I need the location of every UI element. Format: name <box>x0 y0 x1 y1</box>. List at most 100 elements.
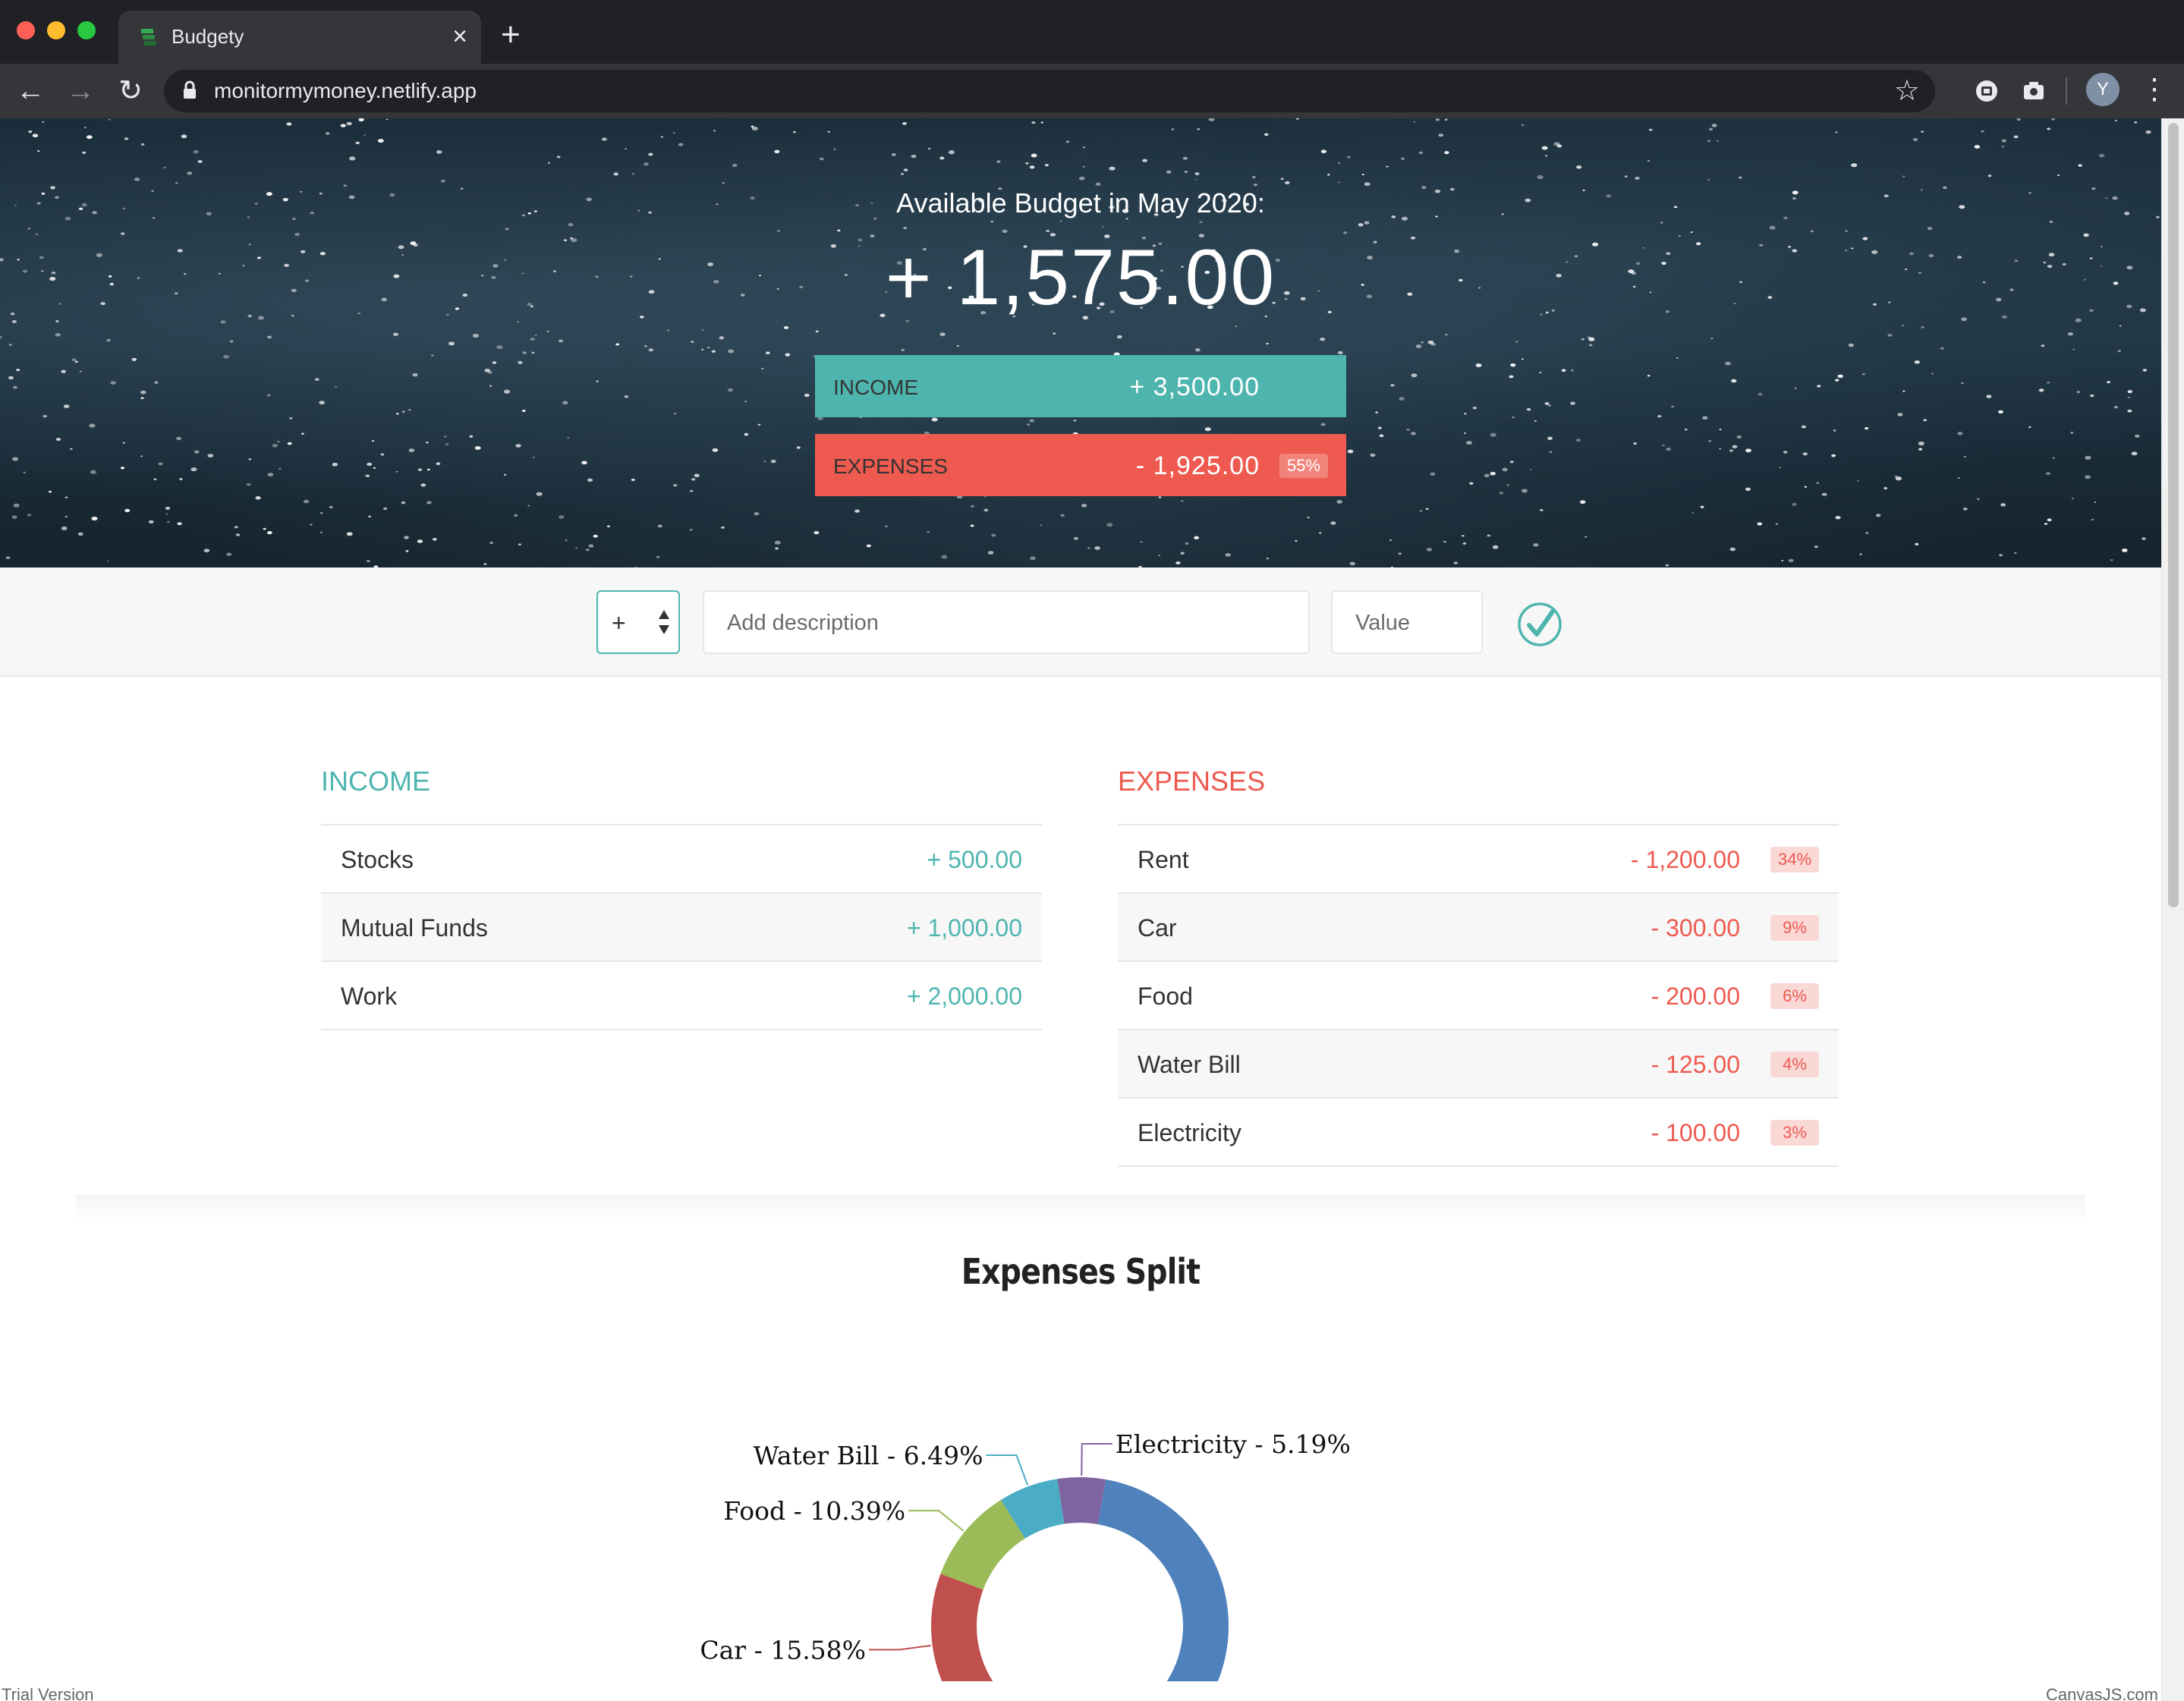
star-speck <box>42 121 45 123</box>
address-bar[interactable]: monitormymoney.netlify.app ☆ <box>164 70 1935 112</box>
submit-check-button[interactable] <box>1516 601 1563 648</box>
page-scrollbar[interactable] <box>2161 118 2184 1701</box>
new-tab-icon[interactable]: + <box>501 17 521 53</box>
expenses-summary-label: EXPENSES <box>833 454 948 478</box>
expense-row[interactable]: Electricity - 100.00 3% <box>1118 1099 1839 1167</box>
star-speck <box>678 143 684 146</box>
profile-avatar[interactable]: Y <box>2086 73 2119 106</box>
value-input[interactable]: Value <box>1331 590 1483 654</box>
star-speck <box>1549 451 1553 453</box>
star-speck <box>1781 560 1784 561</box>
star-speck <box>1521 358 1524 360</box>
star-speck <box>1547 404 1551 407</box>
star-speck <box>1526 407 1531 411</box>
star-speck <box>2121 549 2128 552</box>
star-speck <box>8 376 14 380</box>
star-speck <box>124 137 129 140</box>
star-speck <box>255 496 261 500</box>
type-select[interactable]: + <box>596 590 680 654</box>
extension-icon[interactable] <box>1972 76 2002 106</box>
star-speck <box>48 490 52 493</box>
star-speck <box>2051 118 2055 121</box>
star-speck <box>648 348 654 352</box>
star-speck <box>2094 501 2097 503</box>
star-speck <box>854 509 860 513</box>
close-window-button[interactable] <box>17 21 35 39</box>
star-speck <box>445 443 449 445</box>
star-speck <box>1729 547 1736 552</box>
star-speck <box>148 520 154 524</box>
star-speck <box>286 122 292 126</box>
star-speck <box>1499 491 1504 495</box>
star-speck <box>2014 552 2017 555</box>
star-speck <box>1665 564 1669 567</box>
star-speck <box>1729 449 1734 452</box>
star-speck <box>1539 372 1542 374</box>
minimize-window-button[interactable] <box>47 21 65 39</box>
star-speck <box>13 503 20 508</box>
description-input[interactable]: Add description <box>703 590 1310 654</box>
star-speck <box>1158 555 1161 556</box>
star-speck <box>1739 176 1742 179</box>
star-speck <box>246 483 251 486</box>
select-arrows-icon <box>659 610 669 634</box>
star-speck <box>1031 121 1036 124</box>
expense-row[interactable]: Food - 200.00 6% <box>1118 962 1839 1030</box>
star-speck <box>436 150 442 154</box>
star-speck <box>472 333 480 338</box>
browser-menu-icon[interactable]: ⋮ <box>2140 71 2169 108</box>
screenshot-camera-icon[interactable] <box>2019 76 2049 106</box>
star-speck <box>2072 348 2075 351</box>
scrollbar-thumb[interactable] <box>2168 123 2179 907</box>
star-speck <box>1327 174 1330 176</box>
star-speck <box>12 385 18 389</box>
income-row[interactable]: Stocks + 500.00 <box>321 825 1042 894</box>
star-speck <box>568 222 574 227</box>
expense-description: Food <box>1138 983 1193 1010</box>
star-speck <box>983 508 989 512</box>
star-speck <box>420 483 426 487</box>
back-icon[interactable]: ← <box>12 73 49 109</box>
expenses-summary-value: - 1,925.00 <box>1135 451 1260 480</box>
star-speck <box>176 436 182 441</box>
income-row[interactable]: Work + 2,000.00 <box>321 962 1042 1030</box>
maximize-window-button[interactable] <box>77 21 96 39</box>
chart-credit-link[interactable]: CanvasJS.com <box>2046 1686 2158 1701</box>
star-speck <box>1707 178 1710 181</box>
star-speck <box>1361 174 1364 175</box>
income-summary-label: INCOME <box>833 376 918 399</box>
star-speck <box>530 337 536 341</box>
income-list: Stocks + 500.00 Mutual Funds + 1,000.00 … <box>321 824 1042 1030</box>
star-speck <box>1545 155 1548 157</box>
star-speck <box>2000 503 2006 507</box>
star-speck <box>386 118 389 121</box>
star-speck <box>61 526 68 530</box>
expense-row[interactable]: Rent - 1,200.00 34% <box>1118 825 1839 894</box>
star-speck <box>1413 121 1416 123</box>
star-speck <box>408 408 411 411</box>
browser-tab[interactable]: Budgety × <box>118 11 481 64</box>
star-speck <box>2002 146 2004 148</box>
star-speck <box>86 135 93 140</box>
star-speck <box>689 529 693 531</box>
star-speck <box>417 468 423 471</box>
bookmark-star-icon[interactable]: ☆ <box>1894 76 1920 106</box>
forward-icon[interactable]: → <box>62 73 99 109</box>
star-speck <box>727 388 734 392</box>
income-row[interactable]: Mutual Funds + 1,000.00 <box>321 894 1042 962</box>
star-speck <box>744 432 749 436</box>
star-speck <box>1472 407 1477 410</box>
doughnut-slice[interactable] <box>1057 1477 1106 1525</box>
star-speck <box>941 555 948 559</box>
star-speck <box>417 539 423 543</box>
reload-icon[interactable]: ↻ <box>112 73 149 109</box>
expense-row[interactable]: Water Bill - 125.00 4% <box>1118 1030 1839 1099</box>
expense-row[interactable]: Car - 300.00 9% <box>1118 894 1839 962</box>
star-speck <box>181 134 187 139</box>
star-speck <box>2128 396 2131 398</box>
star-speck <box>1346 156 1351 159</box>
star-speck <box>1684 429 1688 431</box>
close-tab-icon[interactable]: × <box>452 21 467 52</box>
doughnut-slice[interactable] <box>931 1574 996 1681</box>
star-speck <box>2070 432 2074 434</box>
